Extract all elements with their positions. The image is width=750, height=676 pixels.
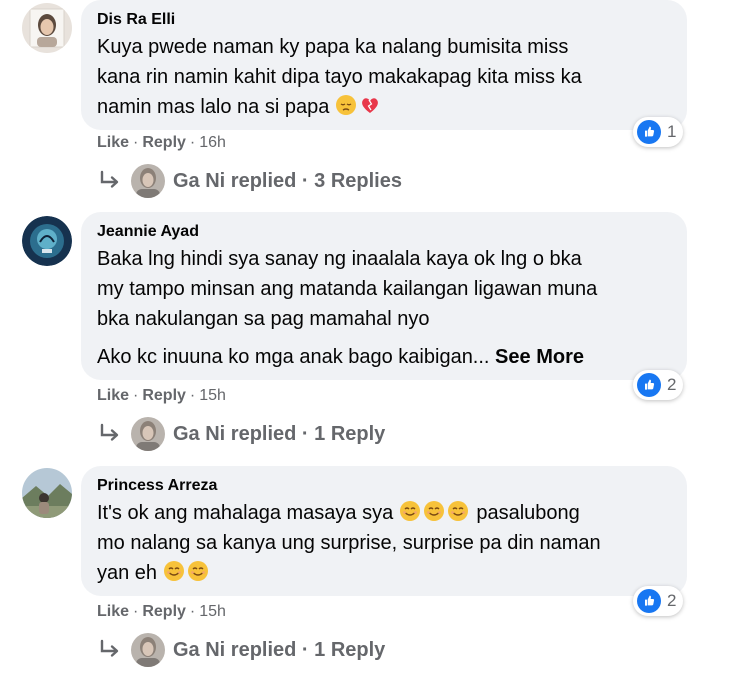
comment-author[interactable]: Jeannie Ayad [97, 222, 669, 242]
separator: · [189, 387, 196, 404]
pensive-face-icon [335, 94, 357, 116]
like-link[interactable]: Like [97, 134, 129, 152]
comment-actions: Like · Reply · 15h [97, 603, 226, 621]
separator: · [189, 134, 196, 151]
comment-line-text: yan eh [97, 562, 158, 584]
view-replies-link[interactable]: Ga Ni replied · 1 Reply [97, 633, 385, 667]
comment-actions: Like · Reply · 16h [97, 134, 226, 152]
reply-arrow-icon [97, 637, 123, 663]
reply-link[interactable]: Reply [142, 387, 186, 405]
reaction-summary[interactable]: 2 [633, 370, 684, 400]
comment-bubble: Dis Ra Elli Kuya pwede naman ky papa ka … [81, 0, 687, 130]
reaction-count: 2 [667, 375, 677, 394]
reply-arrow-icon [97, 168, 123, 194]
separator: · [133, 134, 139, 151]
timestamp[interactable]: 15h [199, 603, 226, 621]
comment-line: Baka lng hindi sya sanay ng inaalala kay… [97, 248, 582, 270]
view-replies-link[interactable]: Ga Ni replied · 1 Reply [97, 417, 385, 451]
comment-line: bka nakulangan sa pag mamahal nyo [97, 308, 430, 330]
smiling-face-icon [187, 560, 209, 582]
avatar[interactable] [22, 216, 72, 266]
heart-icon [359, 94, 381, 116]
reply-avatar [131, 164, 165, 198]
replies-text: Ga Ni replied · 3 Replies [173, 169, 402, 192]
comment-line: yan eh [97, 558, 669, 588]
replies-text: Ga Ni replied · 1 Reply [173, 422, 386, 445]
separator: · [189, 603, 196, 620]
like-thumb-icon [637, 120, 661, 144]
comment-bubble: Jeannie Ayad Baka lng hindi sya sanay ng… [81, 212, 687, 380]
view-replies-link[interactable]: Ga Ni replied · 3 Replies [97, 164, 402, 198]
like-link[interactable]: Like [97, 387, 129, 405]
comment-line: kana rin namin kahit dipa tayo makakapag… [97, 66, 582, 88]
comment-text: Baka lng hindi sya sanay ng inaalala kay… [97, 244, 669, 334]
reply-link[interactable]: Reply [142, 134, 186, 152]
comment-actions: Like · Reply · 15h [97, 387, 226, 405]
timestamp[interactable]: 16h [199, 134, 226, 152]
comment-text: Kuya pwede naman ky papa ka nalang bumis… [97, 32, 669, 122]
like-link[interactable]: Like [97, 603, 129, 621]
comment-line-text: pasalubong [476, 502, 580, 524]
comment-author[interactable]: Princess Arreza [97, 476, 669, 496]
comment-text-continued: Ako kc inuuna ko mga anak bago kaibigan.… [97, 342, 669, 372]
separator: · [133, 603, 139, 620]
timestamp[interactable]: 15h [199, 387, 226, 405]
reaction-count: 2 [667, 591, 677, 610]
smiling-face-icon [447, 500, 469, 522]
comment-line-text: namin mas lalo na si papa [97, 96, 330, 118]
reply-link[interactable]: Reply [142, 603, 186, 621]
comment-line: Ako kc inuuna ko mga anak bago kaibigan.… [97, 346, 490, 368]
like-thumb-icon [637, 589, 661, 613]
comment-text: It's ok ang mahalaga masaya sya pasalubo… [97, 498, 669, 588]
comment-line: namin mas lalo na si papa [97, 92, 669, 122]
smiling-face-icon [399, 500, 421, 522]
separator: · [133, 387, 139, 404]
comment-bubble: Princess Arreza It's ok ang mahalaga mas… [81, 466, 687, 596]
reply-arrow-icon [97, 421, 123, 447]
reply-avatar [131, 633, 165, 667]
replies-text: Ga Ni replied · 1 Reply [173, 638, 386, 661]
like-thumb-icon [637, 373, 661, 397]
comment-line-text: It's ok ang mahalaga masaya sya [97, 502, 394, 524]
smiling-face-icon [163, 560, 185, 582]
see-more-link[interactable]: See More [495, 346, 584, 368]
reaction-summary[interactable]: 1 [633, 117, 684, 147]
smiling-face-icon [423, 500, 445, 522]
reaction-summary[interactable]: 2 [633, 586, 684, 616]
comment-line: It's ok ang mahalaga masaya sya pasalubo… [97, 498, 669, 528]
avatar[interactable] [22, 3, 72, 53]
reply-avatar [131, 417, 165, 451]
comment-line: Kuya pwede naman ky papa ka nalang bumis… [97, 36, 569, 58]
avatar[interactable] [22, 468, 72, 518]
reaction-count: 1 [667, 122, 677, 141]
comment-line: my tampo minsan ang matanda kailangan li… [97, 278, 598, 300]
comment-line: mo nalang sa kanya ung surprise, surpris… [97, 532, 601, 554]
comment-author[interactable]: Dis Ra Elli [97, 10, 669, 30]
